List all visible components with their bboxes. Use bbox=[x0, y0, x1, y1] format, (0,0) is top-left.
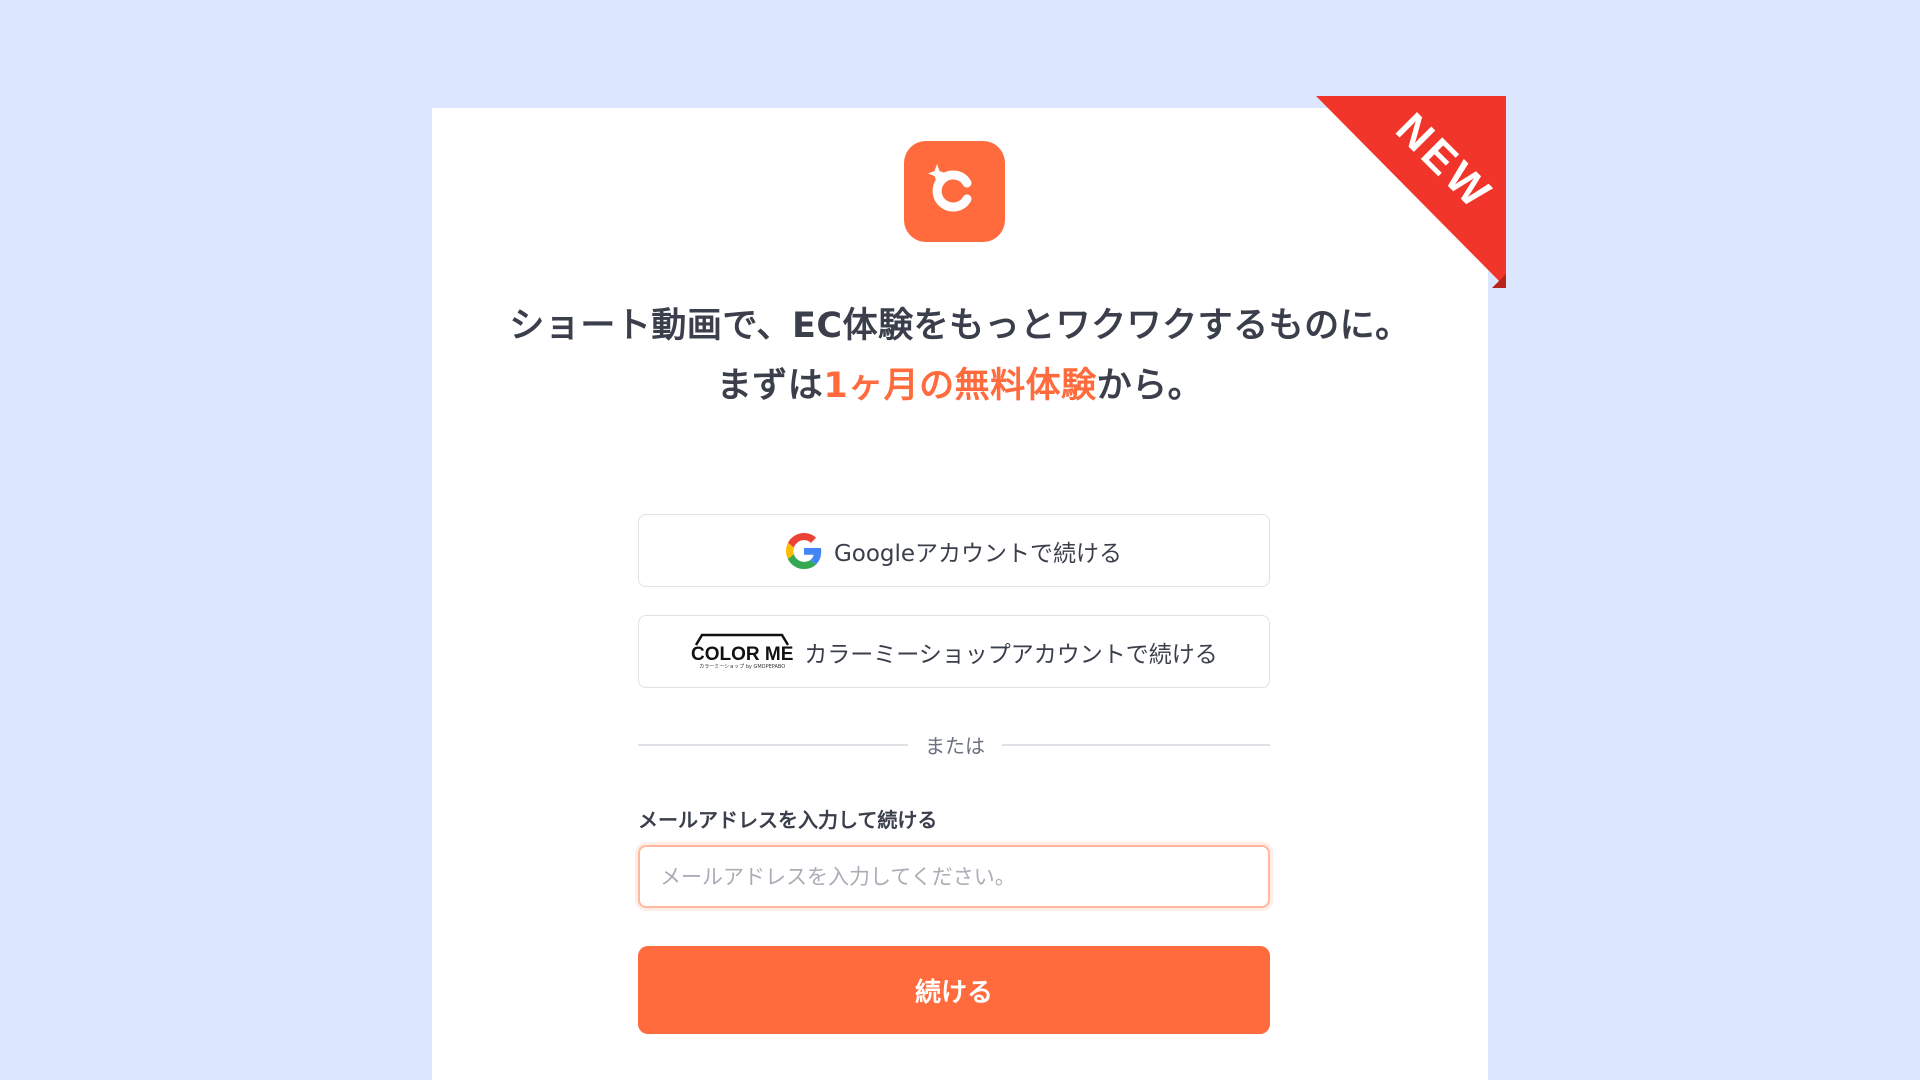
headline-line2: まずは1ヶ月の無料体験から。 bbox=[432, 357, 1488, 408]
divider-line-left bbox=[638, 744, 908, 746]
divider-text: または bbox=[925, 734, 985, 758]
google-login-button[interactable]: Googleアカウントで続ける bbox=[638, 514, 1270, 587]
new-ribbon: NEW bbox=[1316, 96, 1506, 288]
headline-accent: 1ヶ月の無料体験 bbox=[823, 366, 1097, 406]
headline-prefix: まずは bbox=[716, 366, 824, 406]
google-icon bbox=[785, 532, 822, 569]
headline-line1: ショート動画で、EC体験をもっとワクワクするものに。 bbox=[509, 306, 1411, 346]
colorme-login-label: カラーミーショップアカウントで続ける bbox=[804, 641, 1218, 668]
colorme-logo-text: COLOR ME bbox=[691, 644, 794, 665]
divider-line-right bbox=[1002, 744, 1270, 746]
google-login-label: Googleアカウントで続ける bbox=[833, 540, 1123, 567]
colorme-logo-subtext: カラーミーショップ by GMOPEPABO bbox=[699, 664, 786, 670]
app-logo bbox=[904, 141, 1005, 242]
continue-button-label: 続ける bbox=[914, 977, 993, 1008]
email-input[interactable] bbox=[638, 845, 1270, 908]
email-label: メールアドレスを入力して続ける bbox=[638, 808, 938, 832]
headline-suffix: から。 bbox=[1096, 366, 1204, 406]
colorme-login-button[interactable]: COLOR ME カラーミーショップ by GMOPEPABO カラーミーショッ… bbox=[638, 615, 1270, 688]
continue-button[interactable]: 続ける bbox=[638, 946, 1270, 1034]
colorme-logo: COLOR ME カラーミーショップ by GMOPEPABO bbox=[690, 631, 794, 673]
